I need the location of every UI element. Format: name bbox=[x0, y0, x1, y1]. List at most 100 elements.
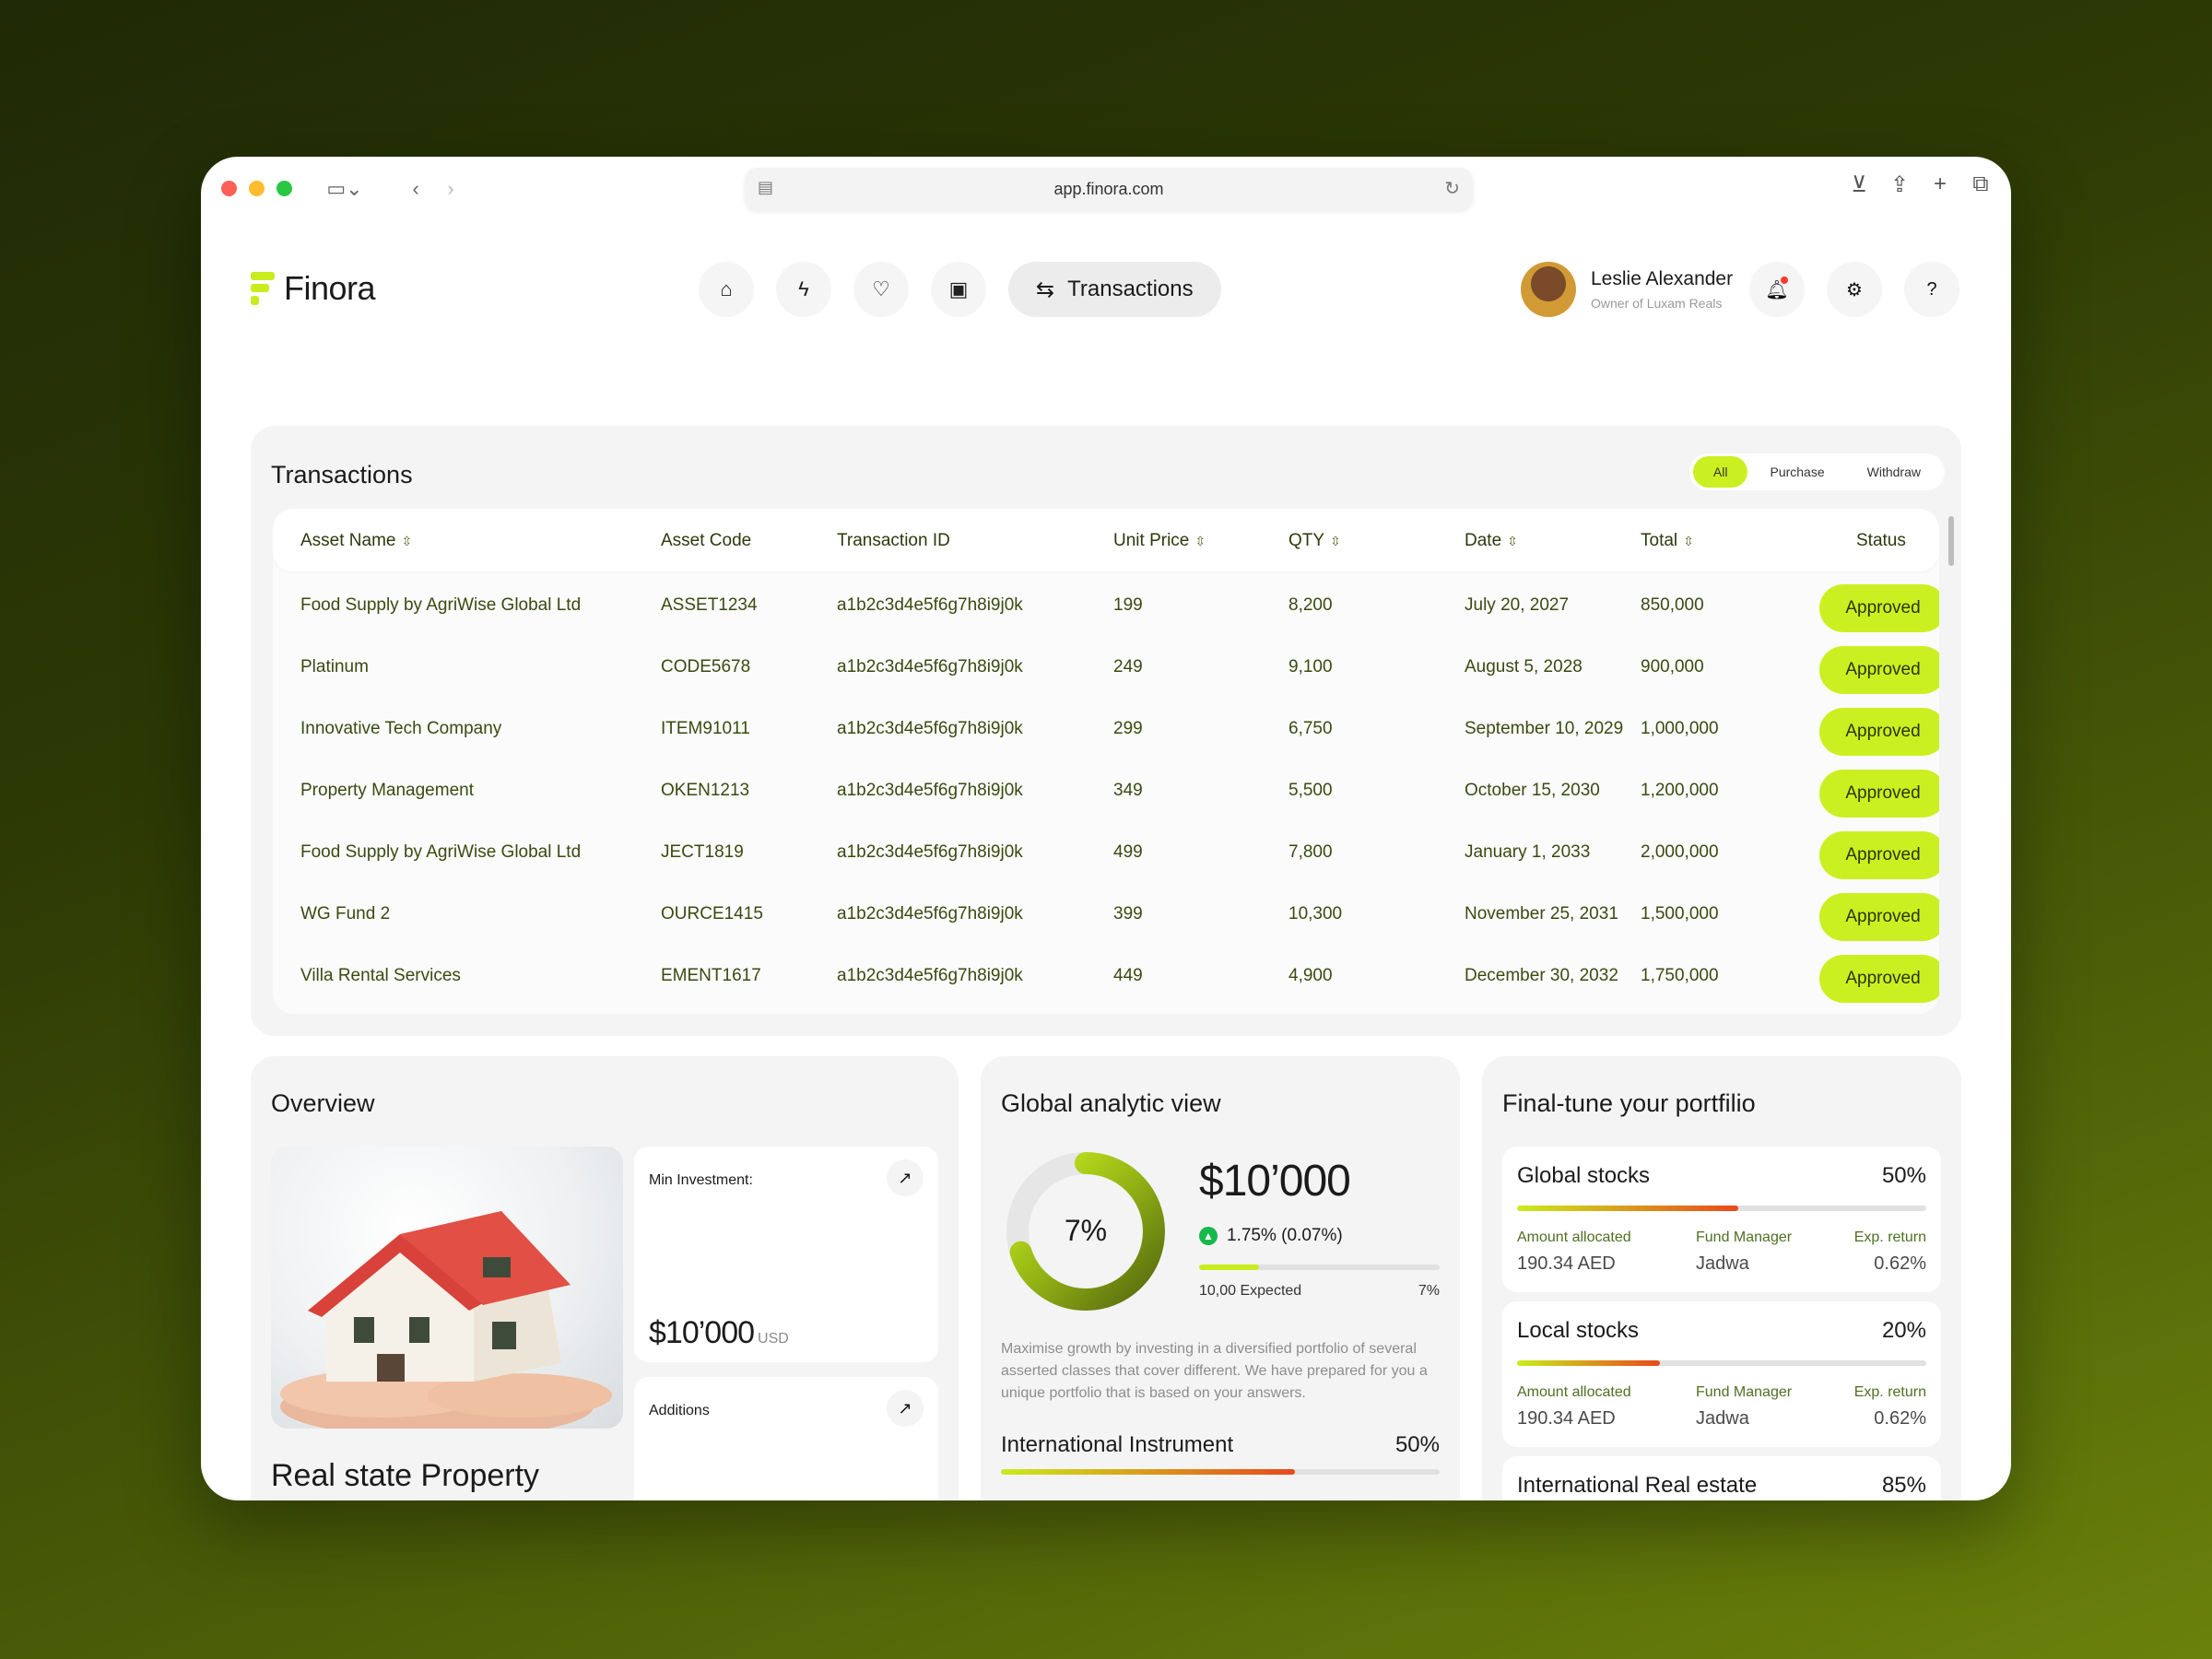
tab-purchase[interactable]: Purchase bbox=[1749, 456, 1844, 488]
fund-manager-label: Fund Manager bbox=[1696, 1384, 1793, 1400]
status-badge[interactable]: Approved bbox=[1819, 708, 1939, 756]
cell-date: December 30, 2032 bbox=[1465, 966, 1618, 985]
column-qty[interactable]: QTY ⇳ bbox=[1288, 531, 1341, 551]
table-row[interactable]: WG Fund 2 OURCE1415 a1b2c3d4e5f6g7h8i9j0… bbox=[273, 884, 1939, 945]
cell-unit-price: 449 bbox=[1113, 966, 1143, 985]
property-image bbox=[271, 1147, 623, 1429]
sort-icon[interactable]: ⇳ bbox=[1507, 534, 1518, 548]
status-badge[interactable]: Approved bbox=[1819, 831, 1939, 879]
transfer-icon: ⇆ bbox=[1036, 276, 1055, 302]
nav-wallet-icon[interactable]: ▣ bbox=[931, 262, 986, 317]
amount-allocated-label: Amount allocated bbox=[1517, 1230, 1631, 1245]
url-text: app.finora.com bbox=[1053, 179, 1164, 198]
table-row[interactable]: Villa Rental Services EMENT1617 a1b2c3d4… bbox=[273, 946, 1939, 1006]
status-badge[interactable]: Approved bbox=[1819, 646, 1939, 694]
allocation-pct: 50% bbox=[1394, 1432, 1440, 1457]
nav-bolt-icon[interactable]: ϟ bbox=[776, 262, 831, 317]
arrow-up-right-icon[interactable]: ↗ bbox=[887, 1390, 924, 1427]
table-row[interactable]: Food Supply by AgriWise Global Ltd ASSET… bbox=[273, 575, 1939, 636]
transactions-title: Transactions bbox=[271, 461, 413, 488]
cell-qty: 7,800 bbox=[1288, 842, 1333, 862]
nav-transactions[interactable]: ⇆ Transactions bbox=[1008, 262, 1221, 317]
table-row[interactable]: Property Management OKEN1213 a1b2c3d4e5f… bbox=[273, 760, 1939, 821]
share-icon[interactable]: ⇪ bbox=[1888, 171, 1912, 198]
cell-total: 1,200,000 bbox=[1641, 781, 1719, 800]
portfolio-item-bar bbox=[1517, 1360, 1926, 1366]
address-bar[interactable]: ▤ app.finora.com ↻ bbox=[745, 168, 1473, 210]
cell-date: August 5, 2028 bbox=[1465, 657, 1583, 677]
portfolio-item-name: International Real estate bbox=[1517, 1473, 1758, 1498]
portfolio-item-local-stocks[interactable]: Local stocks 20% Amount allocated Fund M… bbox=[1502, 1301, 1941, 1447]
portfolio-title: Final-tune your portfilio bbox=[1502, 1089, 1756, 1117]
additions-card[interactable]: Additions ↗ bbox=[634, 1377, 938, 1500]
nav-home-icon[interactable]: ⌂ bbox=[699, 262, 754, 317]
cell-unit-price: 349 bbox=[1113, 781, 1143, 800]
expected-progress-fill bbox=[1199, 1265, 1260, 1270]
sidebar-toggle-icon[interactable]: ▭⌄ bbox=[321, 171, 369, 206]
status-badge[interactable]: Approved bbox=[1819, 893, 1939, 941]
value-change-text: 1.75% (0.07%) bbox=[1227, 1226, 1343, 1245]
overview-title: Overview bbox=[271, 1089, 375, 1117]
notification-bell-icon[interactable]: 🔔︎ bbox=[1749, 262, 1805, 317]
new-tab-icon[interactable]: + bbox=[1928, 171, 1952, 198]
table-row[interactable]: Platinum CODE5678 a1b2c3d4e5f6g7h8i9j0k … bbox=[273, 637, 1939, 698]
column-date[interactable]: Date ⇳ bbox=[1465, 531, 1518, 551]
exp-return-value: 0.62% bbox=[1874, 1408, 1926, 1429]
cell-transaction-id: a1b2c3d4e5f6g7h8i9j0k bbox=[837, 904, 1023, 924]
cell-total: 1,750,000 bbox=[1641, 966, 1719, 985]
additions-label: Additions bbox=[649, 1403, 710, 1418]
back-icon[interactable]: ‹ bbox=[402, 171, 429, 206]
cell-asset-name: Food Supply by AgriWise Global Ltd bbox=[300, 842, 582, 862]
amount-allocated-label: Amount allocated bbox=[1517, 1384, 1631, 1400]
sort-icon[interactable]: ⇳ bbox=[401, 534, 412, 548]
minimize-window-button[interactable] bbox=[249, 181, 265, 196]
close-window-button[interactable] bbox=[221, 181, 237, 196]
expected-progress-bar bbox=[1199, 1265, 1440, 1270]
cell-asset-code: JECT1819 bbox=[661, 842, 744, 862]
table-scrollbar[interactable] bbox=[1948, 516, 1954, 566]
cell-unit-price: 249 bbox=[1113, 657, 1143, 677]
app-logo[interactable]: Finora bbox=[251, 269, 376, 308]
page-settings-icon[interactable]: ▤ bbox=[758, 178, 773, 197]
cell-asset-code: EMENT1617 bbox=[661, 966, 761, 985]
maximize-window-button[interactable] bbox=[276, 181, 292, 196]
cell-unit-price: 399 bbox=[1113, 904, 1143, 924]
sort-icon[interactable]: ⇳ bbox=[1194, 534, 1206, 548]
sort-icon[interactable]: ⇳ bbox=[1683, 534, 1694, 548]
portfolio-item-global-stocks[interactable]: Global stocks 50% Amount allocated Fund … bbox=[1502, 1147, 1941, 1292]
help-icon[interactable]: ? bbox=[1904, 262, 1959, 317]
table-row[interactable]: Food Supply by AgriWise Global Ltd JECT1… bbox=[273, 822, 1939, 883]
nav-heart-icon[interactable]: ♡ bbox=[853, 262, 909, 317]
user-profile[interactable]: Leslie Alexander Owner of Luxam Reals bbox=[1521, 262, 1733, 317]
tab-all[interactable]: All bbox=[1692, 456, 1748, 488]
table-row[interactable]: Innovative Tech Company ITEM91011 a1b2c3… bbox=[273, 699, 1939, 759]
column-unit-price[interactable]: Unit Price ⇳ bbox=[1113, 531, 1206, 551]
notification-dot bbox=[1781, 276, 1788, 284]
forward-icon[interactable]: › bbox=[437, 171, 465, 206]
portfolio-item-international-real-estate[interactable]: International Real estate 85% bbox=[1502, 1456, 1941, 1500]
settings-gear-icon[interactable]: ⚙ bbox=[1827, 262, 1882, 317]
browser-window: ▭⌄ ‹ › ▤ app.finora.com ↻ ⊻ ⇪ + ⧉ Finora… bbox=[201, 157, 2011, 1500]
cell-date: September 10, 2029 bbox=[1465, 719, 1624, 738]
trend-up-icon: ▲ bbox=[1199, 1227, 1218, 1245]
download-icon[interactable]: ⊻ bbox=[1847, 171, 1871, 198]
column-total[interactable]: Total ⇳ bbox=[1641, 531, 1694, 551]
reload-icon[interactable]: ↻ bbox=[1444, 177, 1460, 200]
column-asset-name[interactable]: Asset Name ⇳ bbox=[300, 531, 412, 551]
amount-allocated-value: 190.34 AED bbox=[1517, 1408, 1616, 1429]
allocation-bar bbox=[1001, 1469, 1440, 1475]
tab-withdraw[interactable]: Withdraw bbox=[1847, 456, 1941, 488]
status-badge[interactable]: Approved bbox=[1819, 955, 1939, 1003]
transactions-card: Transactions All Purchase Withdraw Asset… bbox=[251, 426, 1961, 1036]
nav-transactions-label: Transactions bbox=[1067, 276, 1194, 301]
exp-return-value: 0.62% bbox=[1874, 1253, 1926, 1274]
status-badge[interactable]: Approved bbox=[1819, 584, 1939, 632]
logo-mark-icon bbox=[251, 272, 275, 305]
min-investment-card[interactable]: Min Investment: ↗ $10’000 USD bbox=[634, 1147, 938, 1362]
status-badge[interactable]: Approved bbox=[1819, 770, 1939, 818]
arrow-up-right-icon[interactable]: ↗ bbox=[887, 1159, 924, 1196]
value-change: ▲ 1.75% (0.07%) bbox=[1199, 1226, 1343, 1246]
sort-icon[interactable]: ⇳ bbox=[1330, 534, 1341, 548]
allocation-name: International Instrument bbox=[1001, 1432, 1234, 1457]
tab-overview-icon[interactable]: ⧉ bbox=[1969, 171, 1993, 198]
